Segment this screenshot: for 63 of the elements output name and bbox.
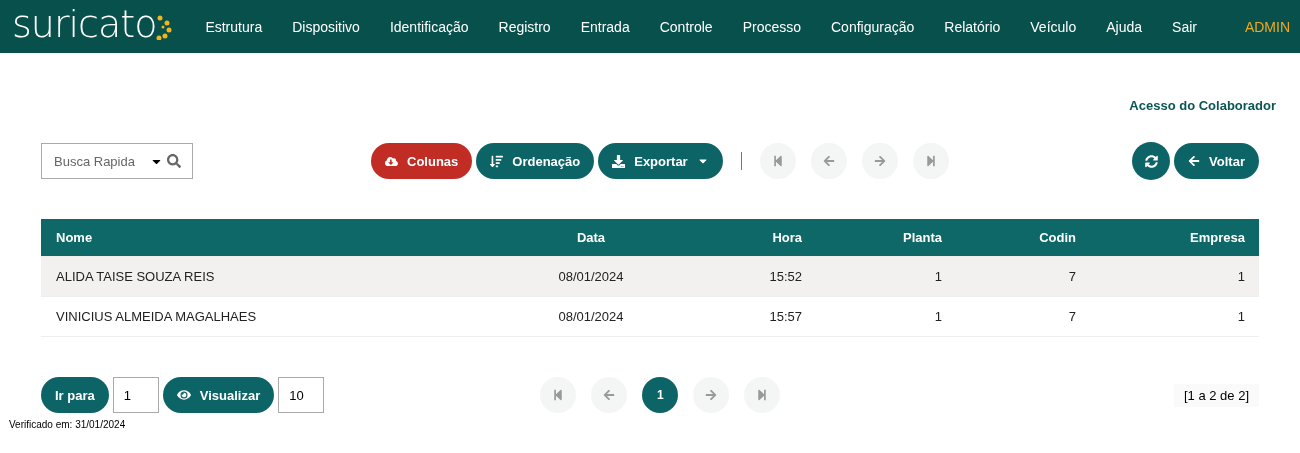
column-header[interactable]: Hora <box>686 230 816 245</box>
menu-item[interactable]: Relatório <box>944 18 1001 35</box>
go-to-button[interactable]: Ir para <box>41 377 109 413</box>
table-cell-text: 08/01/2024 <box>557 269 625 284</box>
view-button[interactable]: Visualizar <box>162 377 275 413</box>
verified-date: Verificado em: 31/01/2024 <box>8 418 127 430</box>
menu-item[interactable]: Dispositivo <box>292 18 360 35</box>
first-page-icon <box>771 155 784 167</box>
column-header[interactable]: Data <box>496 230 686 245</box>
table-cell-text: ALIDA TAISE SOUZA REIS <box>56 269 216 284</box>
logo: suricato <box>12 4 157 43</box>
toolbar-button[interactable]: Ordenação <box>476 143 595 179</box>
menu-item[interactable]: Estrutura <box>205 18 263 35</box>
column-header[interactable]: Codin <box>956 230 1090 245</box>
eye-icon <box>176 388 191 402</box>
table-cell-text: 1 <box>1236 269 1246 284</box>
table-cell-text: 1 <box>933 309 943 324</box>
sort-icon <box>490 154 504 168</box>
toolbar-button[interactable]: Colunas <box>371 143 473 179</box>
cloud-download-icon <box>385 154 398 168</box>
table-cell-text: 7 <box>1067 269 1077 284</box>
page-size-field[interactable]: 10 <box>278 377 325 413</box>
record-range: [1 a 2 de 2] <box>1173 383 1259 407</box>
menu-item[interactable]: Registro <box>498 18 551 35</box>
first-page-icon <box>552 389 565 401</box>
table-cell-text: 15:57 <box>768 309 803 324</box>
menu-item[interactable]: Identificação <box>389 18 469 35</box>
arrow-left-icon <box>1188 155 1201 167</box>
table-cell-text: 15:52 <box>768 269 803 284</box>
menu-item[interactable]: Processo <box>742 18 801 35</box>
last-page-icon <box>756 389 769 401</box>
column-header[interactable]: Planta <box>816 230 956 245</box>
dots-icon <box>156 13 173 40</box>
table-cell-text: 1 <box>1236 309 1246 324</box>
download-icon <box>612 154 626 168</box>
table-cell-text: 08/01/2024 <box>557 309 625 324</box>
menu-item[interactable]: Configuração <box>831 18 915 35</box>
last-page-icon <box>924 155 937 167</box>
menu-item[interactable]: Sair <box>1172 18 1197 35</box>
page-title: Acesso do Colaborador <box>1128 98 1276 113</box>
arrow-left-icon <box>822 155 835 167</box>
table-row[interactable]: ALIDA TAISE SOUZA REIS 08/01/2024 15:52 1 7 1 <box>41 257 1259 297</box>
column-header[interactable]: Nome <box>56 230 496 245</box>
column-header[interactable]: Empresa <box>1090 230 1259 245</box>
refresh-button[interactable] <box>1132 142 1171 180</box>
menu-item[interactable]: Controle <box>659 18 713 35</box>
arrow-right-icon <box>705 389 718 401</box>
page-button[interactable]: 1 <box>642 377 679 413</box>
search-field[interactable]: Busca Rapida <box>41 143 193 179</box>
search-icon[interactable] <box>167 154 181 168</box>
user-name[interactable]: ADMIN <box>1244 18 1290 35</box>
arrow-right-icon <box>873 155 886 167</box>
table-cell-text: VINICIUS ALMEIDA MAGALHAES <box>56 309 258 324</box>
table-cell-text: 1 <box>933 269 943 284</box>
menu-item[interactable]: Entrada <box>580 18 630 35</box>
toolbar-button[interactable]: Exportar <box>598 143 723 179</box>
back-button[interactable]: Voltar <box>1174 143 1259 179</box>
page-number-field[interactable]: 1 <box>112 377 159 413</box>
refresh-icon <box>1144 154 1158 168</box>
menu-item[interactable]: Ajuda <box>1106 18 1143 35</box>
menu-item[interactable]: Veículo <box>1030 18 1077 35</box>
arrow-left-icon <box>603 389 616 401</box>
table-cell-text: 7 <box>1067 309 1077 324</box>
